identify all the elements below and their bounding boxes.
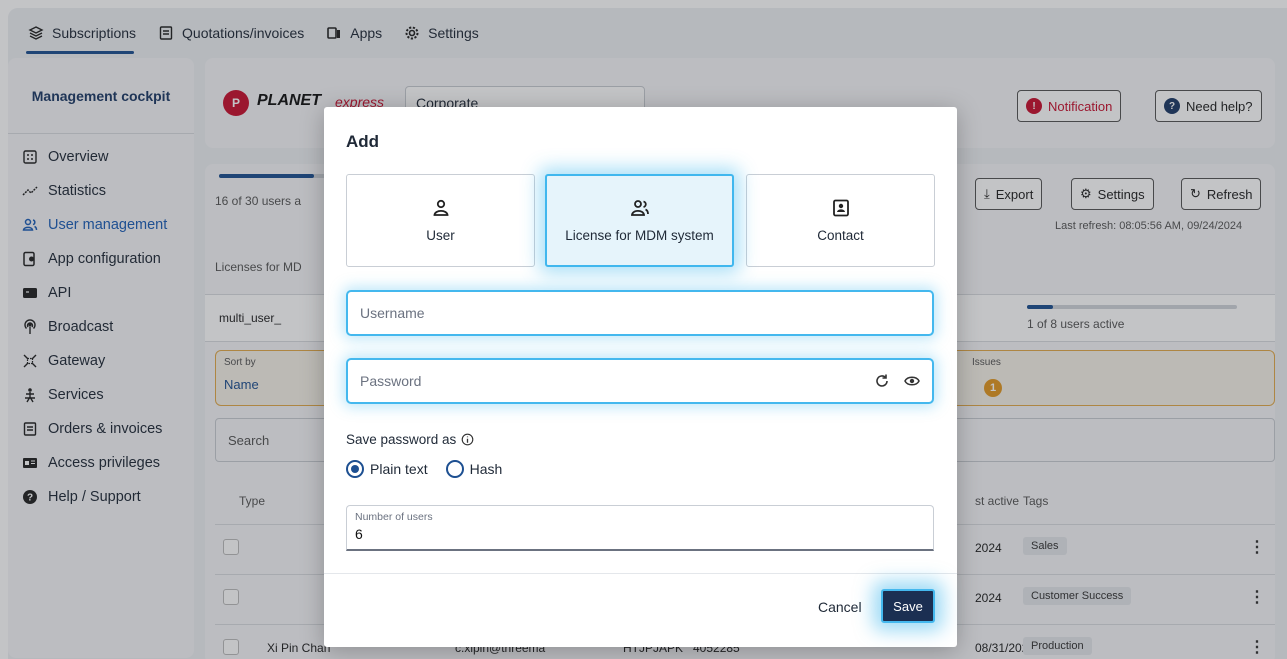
- type-option-user[interactable]: User: [346, 174, 535, 267]
- type-option-contact[interactable]: Contact: [746, 174, 935, 267]
- number-of-users-label: Number of users: [355, 511, 433, 523]
- type-option-license-mdm[interactable]: License for MDM system: [545, 174, 734, 267]
- type-option-label: Contact: [817, 228, 864, 243]
- password-format-radio-group: Plain text Hash: [346, 460, 502, 478]
- radio-plain-text[interactable]: [346, 460, 364, 478]
- username-input[interactable]: Username: [346, 290, 934, 336]
- type-option-label: User: [426, 228, 455, 243]
- dialog-divider: [324, 573, 957, 574]
- users-icon: [630, 198, 650, 218]
- cancel-button[interactable]: Cancel: [818, 599, 862, 615]
- eye-icon[interactable]: [904, 373, 920, 389]
- number-of-users-value[interactable]: 6: [355, 526, 925, 542]
- info-icon[interactable]: [459, 431, 475, 447]
- regenerate-icon[interactable]: [874, 373, 890, 389]
- contact-icon: [831, 198, 851, 218]
- save-button[interactable]: Save: [881, 589, 935, 623]
- username-placeholder: Username: [360, 305, 425, 321]
- radio-hash-label[interactable]: Hash: [470, 461, 503, 477]
- type-option-label: License for MDM system: [565, 228, 714, 243]
- dialog-title: Add: [346, 132, 380, 151]
- password-input[interactable]: Password: [346, 358, 934, 404]
- save-password-label: Save password as: [346, 431, 475, 447]
- number-of-users-field[interactable]: Number of users 6: [346, 505, 934, 551]
- add-dialog: Add User License for MDM system Contact …: [324, 107, 957, 647]
- radio-plain-text-label[interactable]: Plain text: [370, 461, 428, 477]
- save-password-text: Save password as: [346, 431, 457, 447]
- password-placeholder: Password: [360, 373, 422, 389]
- radio-hash[interactable]: [445, 460, 464, 478]
- user-icon: [431, 198, 451, 218]
